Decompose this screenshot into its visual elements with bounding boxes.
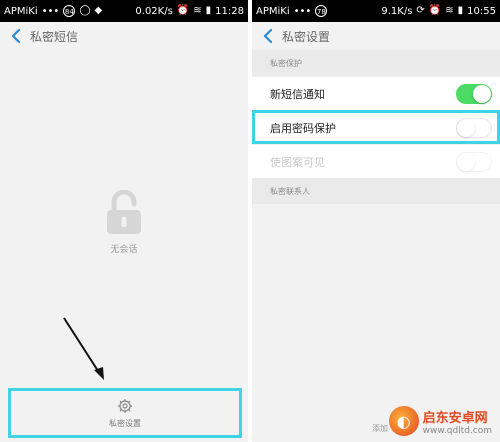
bottom-toolbar: 添加 ◐ 启东安卓网 www.qdltd.com — [252, 390, 500, 442]
page-title: 私密设置 — [282, 29, 331, 44]
privacy-settings-label: 私密设置 — [109, 418, 141, 428]
lock-icon — [107, 190, 141, 234]
sync-icon: ⟳ — [416, 5, 425, 16]
shield-icon: ◆ — [94, 5, 103, 16]
right-screen: APMiKi ••• 78 9.1K/s ⟳ ⏰ ≋ ▮ 10:55 私密设置 … — [252, 0, 500, 442]
left-screen: APMiKi ••• 84 ◯ ◆ 0.02K/s ⏰ ≋ ▮ 11:28 私密… — [0, 0, 248, 442]
section-header-private-contacts: 私密联系人 — [252, 178, 500, 204]
battery-icon: ▮ — [205, 5, 212, 16]
chevron-left-icon — [263, 29, 273, 43]
watermark-logo-icon: ◐ — [388, 406, 419, 436]
privacy-settings-button[interactable]: 私密设置 — [8, 388, 242, 438]
empty-text: 无会话 — [110, 245, 138, 255]
carrier-label: APMiKi — [256, 5, 290, 17]
wifi-icon: ≋ — [445, 5, 454, 16]
network-speed: 9.1K/s — [381, 5, 413, 17]
status-bar: APMiKi ••• 84 ◯ ◆ 0.02K/s ⏰ ≋ ▮ 11:28 — [0, 0, 248, 22]
toggle-knob — [457, 118, 475, 137]
status-bar: APMiKi ••• 78 9.1K/s ⟳ ⏰ ≋ ▮ 10:55 — [252, 0, 500, 22]
nav-bar: 私密设置 — [252, 22, 500, 50]
add-contact-button[interactable]: 添加 — [372, 423, 388, 434]
wifi-icon: ≋ — [193, 5, 202, 16]
pattern-visible-toggle[interactable] — [456, 151, 492, 172]
alarm-icon: ⏰ — [428, 5, 442, 16]
row-enable-password-protection[interactable]: 启用密码保护 — [252, 110, 500, 144]
row-pattern-visible[interactable]: 使图案可见 — [252, 144, 500, 178]
signal-dots: ••• — [41, 5, 60, 17]
empty-state: 无会话 — [0, 190, 248, 255]
clock: 10:55 — [467, 5, 496, 17]
chat-icon: ◯ — [79, 5, 91, 16]
back-button[interactable] — [260, 28, 276, 44]
conversation-list: 无会话 — [0, 50, 248, 388]
alarm-icon: ⏰ — [176, 5, 190, 16]
network-speed: 0.02K/s — [135, 5, 173, 17]
row-label: 使图案可见 — [270, 155, 325, 169]
watermark: ◐ 启东安卓网 www.qdltd.com — [388, 406, 492, 436]
password-protection-toggle[interactable] — [456, 117, 492, 138]
notification-badge: 78 — [315, 5, 328, 17]
battery-icon: ▮ — [457, 5, 464, 16]
toggle-knob — [457, 152, 475, 171]
toggle-knob — [473, 84, 491, 103]
section-header-privacy-protection: 私密保护 — [252, 50, 500, 76]
watermark-url: www.qdltd.com — [422, 425, 492, 436]
notification-badge: 84 — [63, 5, 76, 17]
watermark-title: 启东安卓网 — [422, 410, 488, 426]
row-new-sms-notification[interactable]: 新短信通知 — [252, 76, 500, 110]
chevron-left-icon — [11, 29, 21, 43]
new-sms-notification-toggle[interactable] — [456, 83, 492, 104]
row-label: 新短信通知 — [270, 87, 325, 101]
back-button[interactable] — [8, 28, 24, 44]
page-title: 私密短信 — [30, 29, 79, 44]
carrier-label: APMiKi — [4, 5, 38, 17]
annotation-arrow — [63, 317, 104, 380]
nav-bar: 私密短信 — [0, 22, 248, 50]
signal-dots: ••• — [293, 5, 312, 17]
gear-icon — [118, 398, 132, 413]
row-label: 启用密码保护 — [270, 121, 336, 135]
clock: 11:28 — [215, 5, 244, 17]
